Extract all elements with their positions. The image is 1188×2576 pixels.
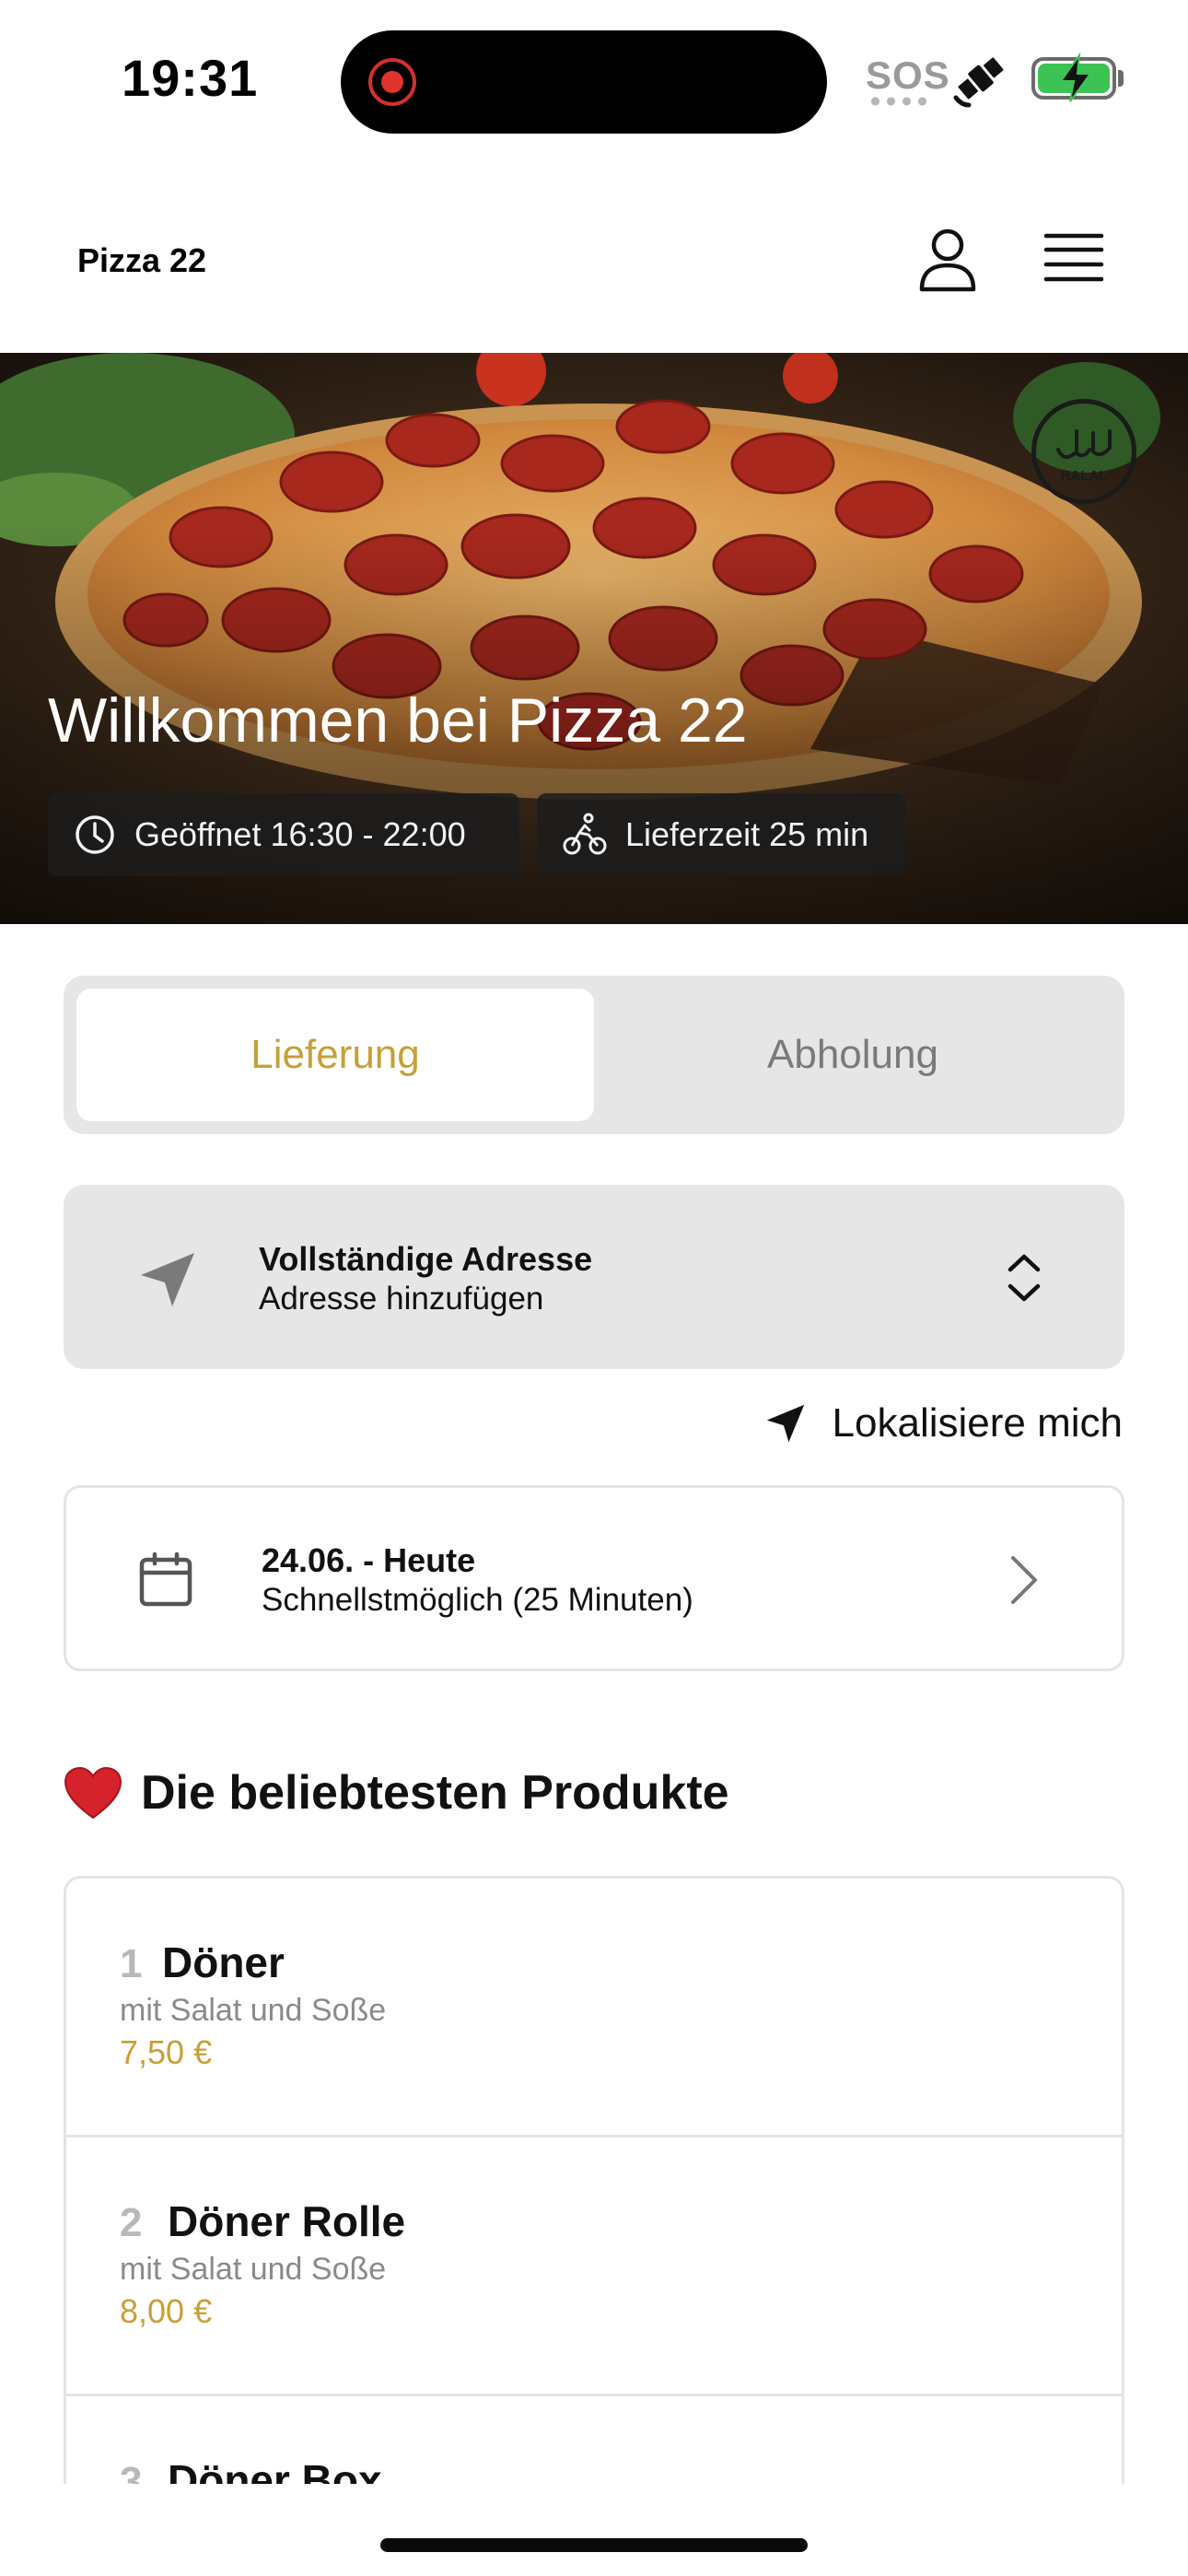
address-selector[interactable]: Vollständige Adresse Adresse hinzufügen <box>64 1185 1124 1369</box>
brand-name[interactable]: Pizza 22 <box>77 241 206 280</box>
recording-indicator-icon <box>368 58 416 106</box>
status-bar: 19:31 SOS <box>0 0 1188 157</box>
product-description: mit Salat und Soße <box>120 1993 387 2028</box>
location-arrow-icon <box>141 1253 194 1306</box>
location-arrow-icon <box>766 1404 804 1443</box>
tab-lieferung[interactable]: Lieferung <box>76 989 594 1121</box>
locate-me-label: Lokalisiere mich <box>832 1400 1123 1446</box>
product-rank: 1 <box>120 1941 143 1986</box>
product-rank: 2 <box>120 2200 143 2245</box>
product-price: 7,50 € <box>120 2033 213 2071</box>
charging-bolt-icon <box>1059 52 1092 102</box>
chevron-up-down-icon <box>1007 1254 1041 1302</box>
opening-hours-text: Geöffnet 16:30 - 22:00 <box>134 815 466 853</box>
chevron-right-icon <box>1011 1556 1037 1604</box>
battery-cap <box>1118 70 1124 87</box>
address-title: Vollständige Adresse <box>259 1240 593 1278</box>
product-price: 8,00 € <box>120 2292 213 2330</box>
schedule-date: 24.06. - Heute <box>262 1541 476 1579</box>
product-description: mit Salat und Soße <box>120 2252 387 2287</box>
satellite-icon <box>953 57 1004 108</box>
clock-icon <box>76 815 114 854</box>
product-item[interactable]: 3 Döner Box <box>66 2396 1122 2484</box>
popular-product-list: 1 Döner mit Salat und Soße 7,50 € 2 Döne… <box>64 1876 1124 2484</box>
schedule-time: Schnellstmöglich (25 Minuten) <box>262 1582 693 1618</box>
popular-section-title: Die beliebtesten Produkte <box>64 1765 729 1821</box>
calendar-icon <box>139 1551 192 1607</box>
order-mode-selector: Lieferung Abholung <box>64 976 1124 1134</box>
delivery-time-selector[interactable]: 24.06. - Heute Schnellstmöglich (25 Minu… <box>64 1485 1124 1671</box>
product-name: Döner <box>162 1938 285 1986</box>
opening-hours-chip: Geöffnet 16:30 - 22:00 <box>48 793 519 876</box>
app-header: Pizza 22 <box>0 157 1188 353</box>
product-name: Döner Box <box>168 2456 382 2484</box>
delivery-time-text: Lieferzeit 25 min <box>625 815 869 853</box>
heart-icon <box>64 1766 122 1820</box>
user-icon[interactable] <box>917 227 978 293</box>
address-subtitle: Adresse hinzufügen <box>259 1281 544 1317</box>
halal-badge: HALAL <box>1031 399 1136 504</box>
locate-me-button[interactable]: Lokalisiere mich <box>764 1400 1123 1446</box>
hero-banner: HALAL Willkommen bei Pizza 22 Geöffnet 1… <box>0 353 1188 924</box>
home-indicator[interactable] <box>380 2538 808 2552</box>
sos-indicator: SOS <box>866 53 950 97</box>
dynamic-island <box>341 30 827 134</box>
bicycle-icon <box>563 813 607 855</box>
halal-badge-label: HALAL <box>1060 468 1108 484</box>
status-time: 19:31 <box>122 49 259 107</box>
product-rank: 3 <box>120 2459 143 2484</box>
menu-icon[interactable] <box>1042 232 1105 284</box>
signal-dots <box>868 97 930 106</box>
hero-title: Willkommen bei Pizza 22 <box>48 685 748 755</box>
product-name: Döner Rolle <box>168 2197 406 2245</box>
halal-script-icon <box>1056 429 1112 460</box>
product-item[interactable]: 1 Döner mit Salat und Soße 7,50 € <box>66 1879 1122 2137</box>
product-item[interactable]: 2 Döner Rolle mit Salat und Soße 8,00 € <box>66 2137 1122 2396</box>
popular-title-text: Die beliebtesten Produkte <box>141 1766 729 1820</box>
delivery-time-chip: Lieferzeit 25 min <box>537 793 905 876</box>
tab-abholung[interactable]: Abholung <box>594 989 1112 1121</box>
